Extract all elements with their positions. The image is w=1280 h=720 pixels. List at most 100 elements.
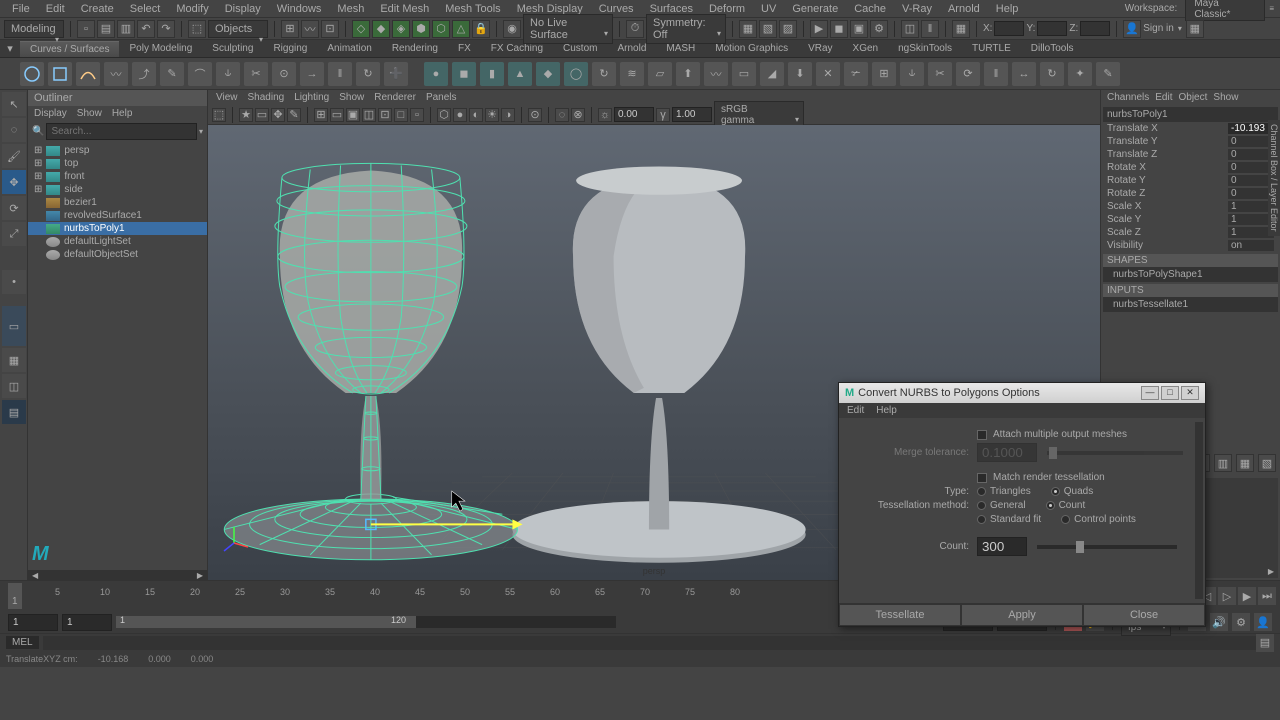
workspace-menu-icon[interactable]: ≡	[1267, 4, 1276, 13]
ch-vis-value[interactable]: on	[1228, 240, 1274, 251]
shelf-tab-poly[interactable]: Poly Modeling	[119, 41, 202, 56]
vp-2d-pan-icon[interactable]: ✥	[271, 108, 285, 122]
menu-generate[interactable]: Generate	[784, 3, 846, 15]
render-view-icon[interactable]: ▣	[850, 20, 868, 38]
history-icon[interactable]: ⏱	[626, 20, 644, 38]
move-tool[interactable]: ✥	[2, 170, 26, 194]
vp-lighting[interactable]: Lighting	[294, 92, 329, 103]
rotate-tool[interactable]: ⟳	[2, 196, 26, 220]
nurbs-cube-icon[interactable]: ◼	[452, 62, 476, 86]
last-tool[interactable]: •	[2, 270, 26, 294]
ch-rx-label[interactable]: Rotate X	[1107, 162, 1146, 173]
menu-modify[interactable]: Modify	[168, 3, 216, 15]
attach-surface-icon[interactable]: ⫝	[900, 62, 924, 86]
vp-renderer[interactable]: Renderer	[374, 92, 416, 103]
surface-edit-icon[interactable]: ✎	[1096, 62, 1120, 86]
vp-lights-icon[interactable]: ☀	[485, 108, 499, 122]
menu-cache[interactable]: Cache	[846, 3, 894, 15]
signin-link[interactable]: Sign in	[1143, 23, 1174, 34]
ch-sx-label[interactable]: Scale X	[1107, 201, 1141, 212]
x-input[interactable]	[994, 21, 1024, 36]
outliner-scroll-right-icon[interactable]: ▶	[197, 571, 203, 580]
insert-iso-icon[interactable]: ‖	[984, 62, 1008, 86]
anim-prefs-icon[interactable]: ⚙	[1232, 613, 1250, 631]
nurbs-cone-icon[interactable]: ▲	[508, 62, 532, 86]
untrim-icon[interactable]: ⊞	[872, 62, 896, 86]
layout-single-icon[interactable]: ▭	[2, 306, 26, 346]
select-mode-icon[interactable]: ⬚	[188, 20, 206, 38]
trim-icon[interactable]: ✃	[844, 62, 868, 86]
snap-e-icon[interactable]: ⬡	[432, 20, 450, 38]
minimize-button[interactable]: —	[1141, 386, 1159, 400]
shelf-tab-xgen[interactable]: XGen	[843, 41, 889, 56]
vp-xray-joints-icon[interactable]: ⊗	[571, 108, 585, 122]
attach-curve-icon[interactable]: ⫝	[216, 62, 240, 86]
vp-select-cam-icon[interactable]: ⬚	[212, 108, 226, 122]
paint-select-tool[interactable]: 🖌	[2, 144, 26, 168]
maximize-button[interactable]: □	[1161, 386, 1179, 400]
step-forward-icon[interactable]: ▶	[1238, 587, 1256, 605]
outliner-item-persp[interactable]: ⊞persp	[28, 144, 207, 157]
count-input[interactable]	[977, 537, 1027, 556]
mel-input[interactable]	[43, 636, 1256, 650]
cb-shape-node[interactable]: nurbsToPolyShape1	[1103, 267, 1278, 282]
undo-icon[interactable]: ↶	[137, 20, 155, 38]
ch-tz-label[interactable]: Translate Z	[1107, 149, 1157, 160]
sculpt-surface-icon[interactable]: ✦	[1068, 62, 1092, 86]
vp-grease-icon[interactable]: ✎	[287, 108, 301, 122]
count-slider[interactable]	[1037, 545, 1177, 549]
apply-button[interactable]: Apply	[961, 604, 1083, 626]
vp-gamma-input[interactable]	[672, 107, 712, 122]
intersect-icon[interactable]: ✕	[816, 62, 840, 86]
shelf-tab-fx[interactable]: FX	[448, 41, 481, 56]
nurbs-plane-icon[interactable]: ◆	[536, 62, 560, 86]
open-scene-icon[interactable]: ▤	[97, 20, 115, 38]
vp-show[interactable]: Show	[339, 92, 364, 103]
ch-rz-label[interactable]: Rotate Z	[1107, 188, 1145, 199]
outliner-item-front[interactable]: ⊞front	[28, 170, 207, 183]
audio-icon[interactable]: 🔊	[1210, 613, 1228, 631]
menu-uv[interactable]: UV	[753, 3, 784, 15]
vp-panels[interactable]: Panels	[426, 92, 457, 103]
extend-surface-icon[interactable]: ↔	[1012, 62, 1036, 86]
snap-grid-icon[interactable]: ⊞	[281, 20, 299, 38]
nurbs-circle-icon[interactable]	[20, 62, 44, 86]
vp-grid-icon[interactable]: ⊞	[314, 108, 328, 122]
detach-surface-icon[interactable]: ✂	[928, 62, 952, 86]
menuset-dropdown[interactable]: Modeling	[4, 20, 64, 38]
layout-a-icon[interactable]: ▦	[739, 20, 757, 38]
outliner-item-objectset[interactable]: defaultObjectSet	[28, 248, 207, 261]
render-icon[interactable]: ▶	[810, 20, 828, 38]
vp-gate-mask-icon[interactable]: ◫	[362, 108, 376, 122]
menu-mesh[interactable]: Mesh	[329, 3, 372, 15]
ch-ry-label[interactable]: Rotate Y	[1107, 175, 1146, 186]
menu-help[interactable]: Help	[988, 3, 1027, 15]
vp-xray-icon[interactable]: ◌	[555, 108, 569, 122]
redo-icon[interactable]: ↷	[157, 20, 175, 38]
cb-node-name[interactable]: nurbsToPoly1	[1103, 107, 1278, 122]
rebuild-curve-icon[interactable]: ↻	[356, 62, 380, 86]
outliner-item-revolved[interactable]: revolvedSurface1	[28, 209, 207, 222]
anim-start-input[interactable]	[8, 614, 58, 631]
vp-shading[interactable]: Shading	[248, 92, 285, 103]
vp-shaded-icon[interactable]: ●	[453, 108, 467, 122]
shelf-tab-ngskin[interactable]: ngSkinTools	[888, 41, 962, 56]
cv-curve-icon[interactable]: 〰	[104, 62, 128, 86]
menu-display[interactable]: Display	[217, 3, 269, 15]
open-close-icon[interactable]: ⟳	[956, 62, 980, 86]
match-tess-check[interactable]	[977, 473, 987, 483]
method-standard-radio[interactable]	[977, 515, 986, 524]
shelf-tab-turtle[interactable]: TURTLE	[962, 41, 1021, 56]
method-control-radio[interactable]	[1061, 515, 1070, 524]
shelf-tab-vray[interactable]: VRay	[798, 41, 842, 56]
cb-object[interactable]: Object	[1179, 92, 1208, 103]
signin-chevron-icon[interactable]: ▾	[1176, 24, 1184, 33]
menu-meshtools[interactable]: Mesh Tools	[437, 3, 508, 15]
shelf-tab-curves-surfaces[interactable]: Curves / Surfaces	[20, 41, 119, 57]
panel-c-icon[interactable]: ▦	[952, 20, 970, 38]
ch-sy-label[interactable]: Scale Y	[1107, 214, 1141, 225]
script-editor-icon[interactable]: ▤	[1256, 634, 1274, 652]
extrude-icon[interactable]: ⬆	[676, 62, 700, 86]
nurbs-square-icon[interactable]	[48, 62, 72, 86]
add-point-icon[interactable]: ➕	[384, 62, 408, 86]
